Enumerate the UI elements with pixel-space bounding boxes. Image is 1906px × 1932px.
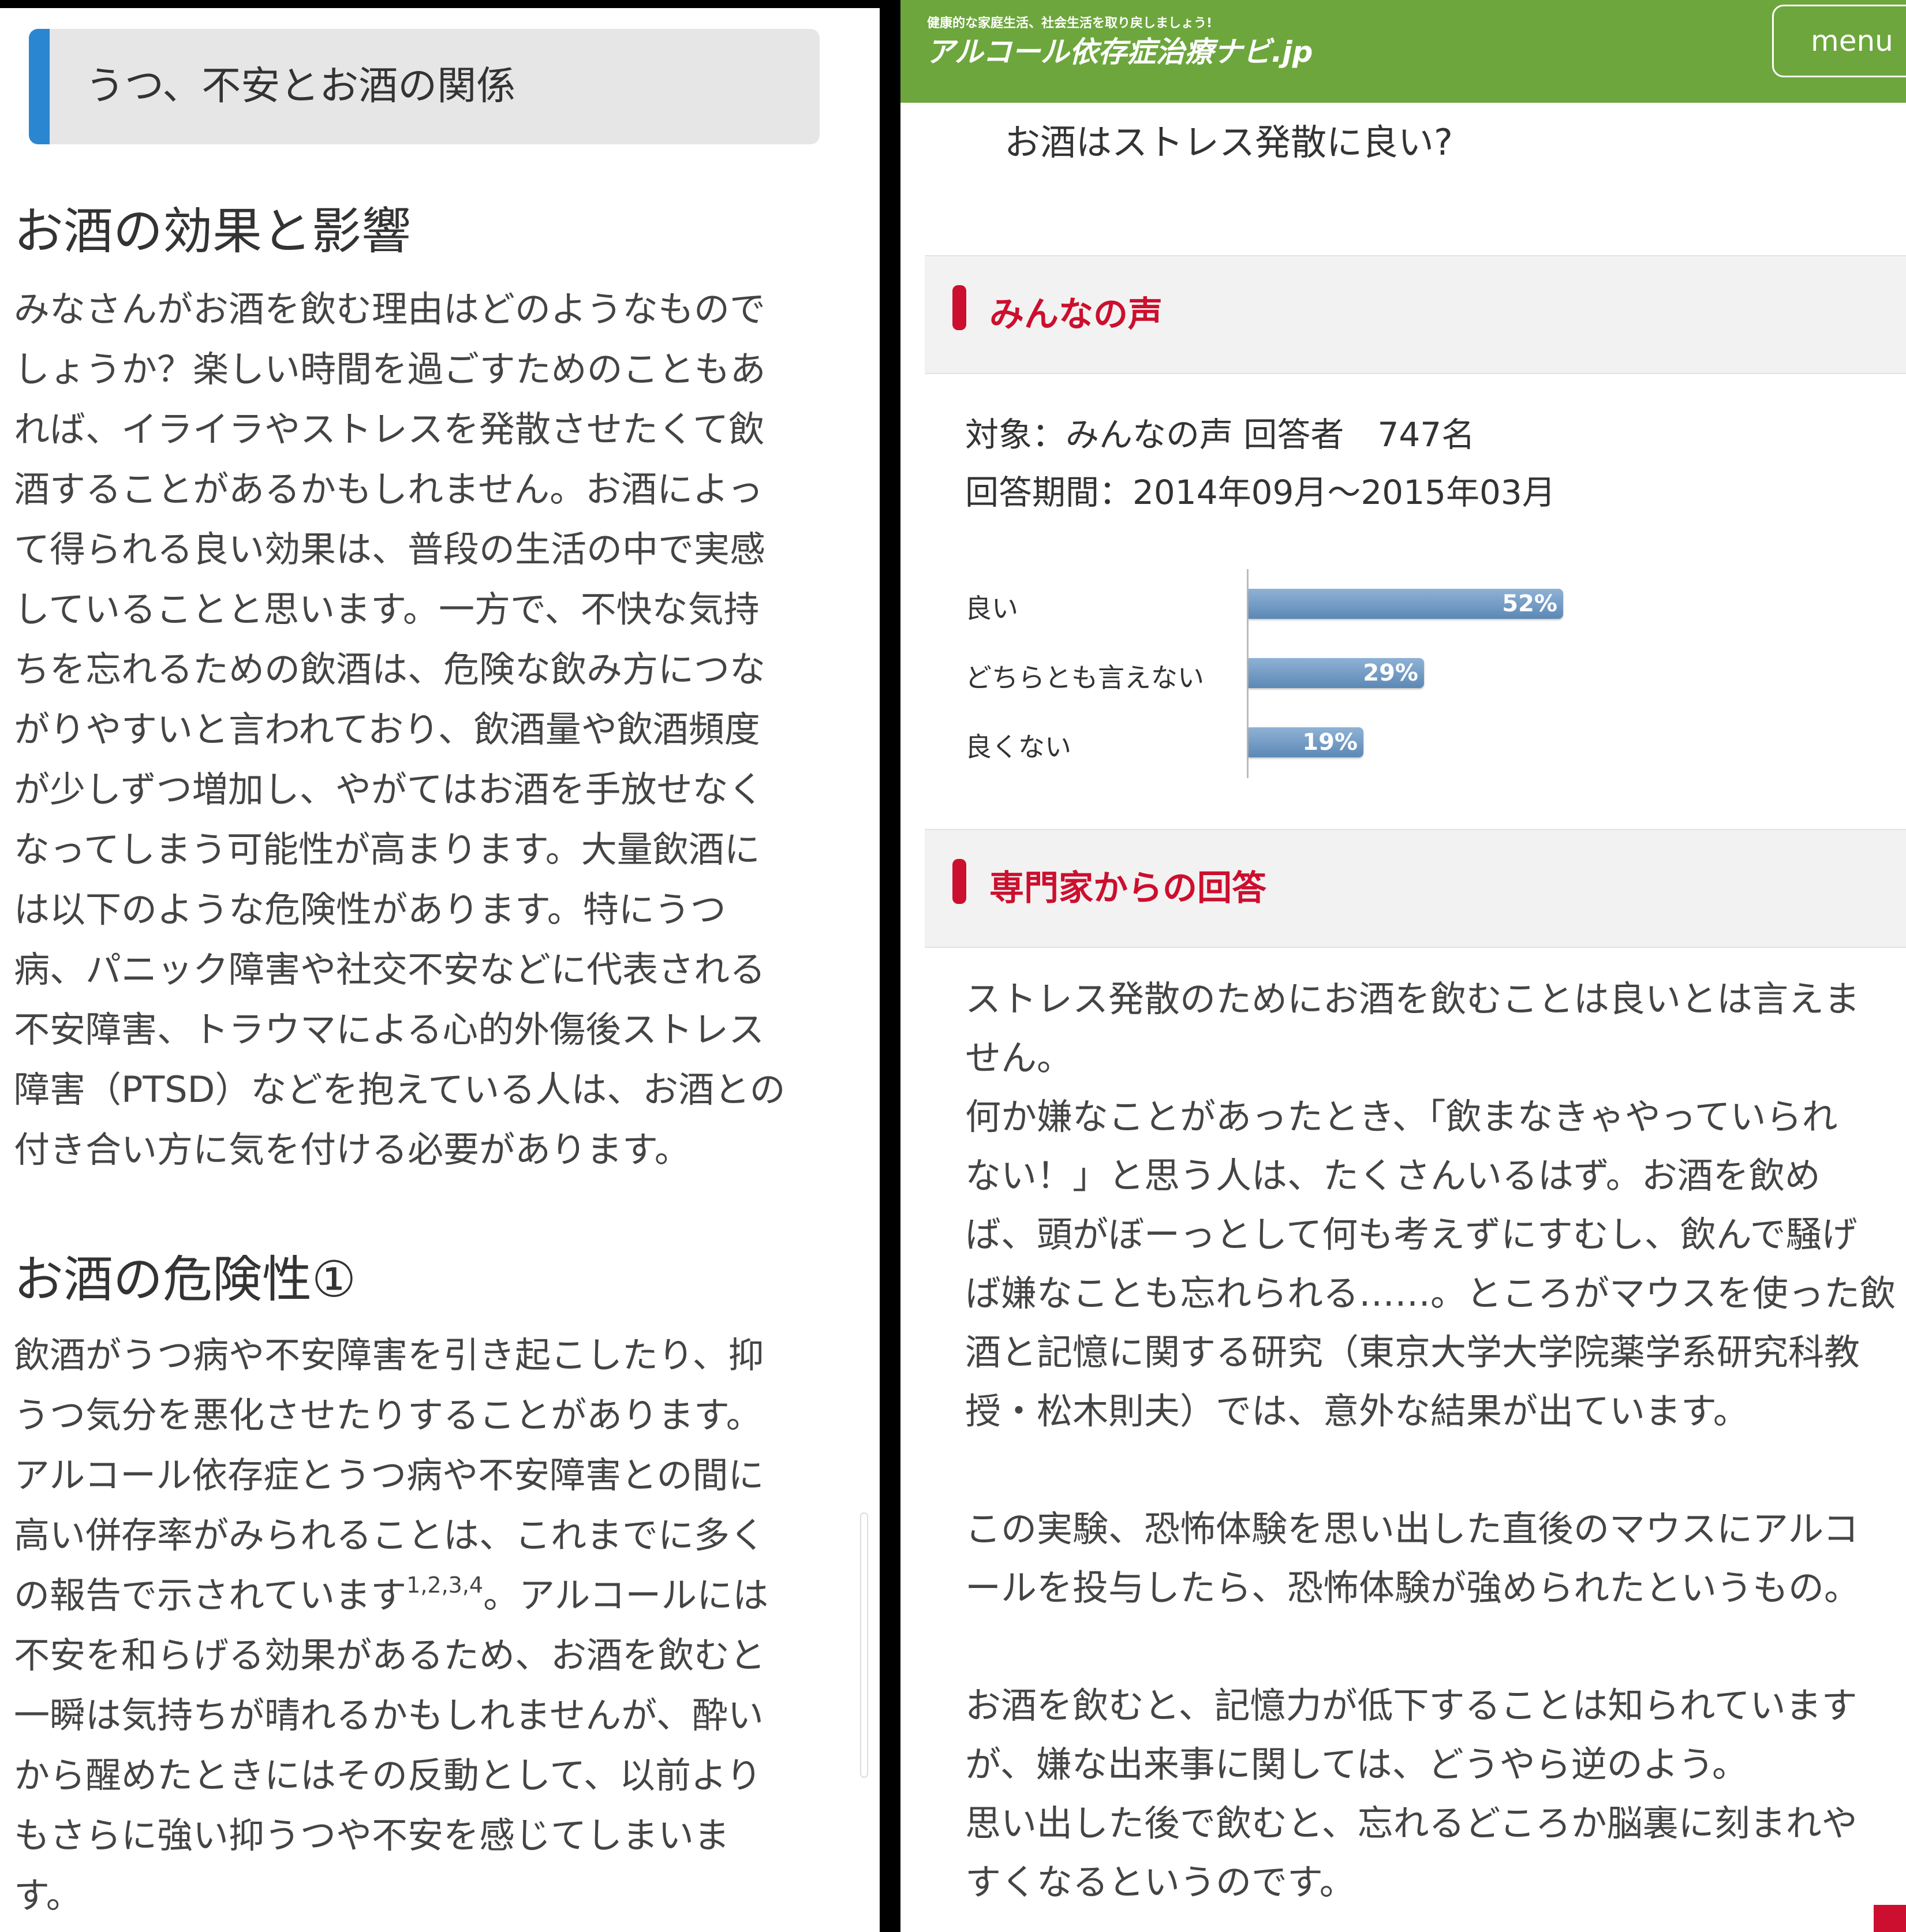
paragraph-line [965, 1441, 1900, 1500]
paragraph-line: 不安を和らげる効果があるため、お酒を飲むと [14, 1634, 766, 1676]
paragraph-line: ールを投与したら、恐怖体験が強められたというもの。 [965, 1567, 1860, 1609]
paragraph-line: ちを忘れるための飲酒は、危険な飲み方につな [14, 648, 766, 690]
paragraph-alcohol-danger: 飲酒がうつ病や不安障害を引き起こしたり、抑 うつ気分を悪化させたりすることがあり… [14, 1325, 834, 1926]
status-bar-edge [0, 0, 880, 8]
chart-bar-value: 52% [1502, 591, 1557, 617]
paragraph-line: 不安障害、トラウマによる心的外傷後ストレス [14, 1008, 765, 1051]
paragraph-line: が少しずつ増加し、やがてはお酒を手放せなく [14, 768, 764, 810]
right-article-panel: 健康的な家庭生活、社会生活を取り戻しましょう! アルコール依存症治療ナビ.jp … [900, 0, 1906, 1932]
paragraph-line: から醒めたときにはその反動として、以前より [14, 1754, 762, 1796]
paragraph-line: みなさんがお酒を飲む理由はどのようなもので [14, 288, 766, 330]
question-title: お酒はストレス発散に良い? [1004, 121, 1453, 163]
voices-title: みんなの声 [989, 294, 1163, 335]
chart-category-label: 良い [965, 593, 1018, 624]
section-marker-icon [952, 859, 966, 904]
expert-section-header: 専門家からの回答 [925, 829, 1906, 948]
expert-answer-text: ストレス発散のためにお酒を飲むことは良いとは言えま せん。何か嫌なことがあったとき… [965, 970, 1900, 1912]
paragraph-line: 授・松木則夫）では、意外な結果が出ています。 [965, 1390, 1749, 1432]
paragraph-alcohol-effects: みなさんがお酒を飲む理由はどのようなもので しょうか？楽しい時間を過ごすためのこと… [14, 279, 834, 1180]
paragraph-line: なってしまう可能性が高まります。大量飲酒に [14, 828, 760, 870]
paragraph-line: 飲酒がうつ病や不安障害を引き起こしたり、抑 [14, 1334, 764, 1376]
paragraph-line: せん。 [965, 1037, 1073, 1079]
chart-bar: 29% [1249, 658, 1424, 688]
section-title-box: うつ、不安とお酒の関係 [29, 29, 820, 144]
left-article-panel: うつ、不安とお酒の関係 お酒の効果と影響 みなさんがお酒を飲む理由はどのようなも… [0, 0, 880, 1932]
section-marker-icon [952, 285, 966, 330]
paragraph-line: がりやすいと言われており、飲酒量や飲酒頻度 [14, 708, 760, 750]
line-text: の報告で示されています [14, 1574, 407, 1616]
paragraph-line: うつ気分を悪化させたりすることがあります。 [14, 1394, 762, 1436]
site-header: 健康的な家庭生活、社会生活を取り戻しましょう! アルコール依存症治療ナビ.jp … [900, 0, 1906, 103]
chart-bar-value: 29% [1363, 660, 1418, 686]
chart-bar: 19% [1249, 727, 1363, 757]
page-top-button[interactable] [1874, 1905, 1906, 1932]
expert-title: 専門家からの回答 [989, 868, 1266, 909]
paragraph-line: て得られる良い効果は、普段の生活の中で実感 [14, 528, 766, 570]
paragraph-line: もさらに強い抑うつや不安を感じてしまいま [14, 1814, 730, 1856]
paragraph-line: ない！」と思う人は、たくさんいるはず。お酒を飲め [965, 1154, 1821, 1197]
section-title-accent [29, 29, 50, 144]
paragraph-line: お酒を飲むと、記憶力が低下することは知られています [965, 1684, 1858, 1727]
section-title: うつ、不安とお酒の関係 [85, 63, 516, 109]
paragraph-line: は以下のような危険性があります。特にうつ [14, 888, 726, 931]
chart-bar-value: 19% [1302, 729, 1358, 756]
paragraph-line: 思い出した後で飲むと、忘れるどころか脳裏に刻まれや [965, 1802, 1858, 1844]
paragraph-line: す。 [14, 1874, 82, 1916]
paragraph-line: ストレス発散のためにお酒を飲むことは良いとは言えま [965, 978, 1860, 1020]
paragraph-line: すくなるというのです。 [965, 1861, 1355, 1903]
paragraph-line [965, 1617, 1900, 1676]
chart-bar: 52% [1249, 589, 1563, 619]
scrollbar[interactable] [860, 1512, 868, 1778]
chart-category-label: 良くない [965, 731, 1071, 763]
menu-button[interactable]: menu [1772, 5, 1906, 77]
heading-alcohol-danger: お酒の危険性① [14, 1251, 357, 1309]
paragraph-line: 高い併存率がみられることは、これまでに多く [14, 1514, 766, 1556]
paragraph-line: ば嫌なことも忘れられる……。ところがマウスを使った飲 [965, 1272, 1896, 1314]
paragraph-line: 付き合い方に気を付ける必要があります。 [14, 1128, 690, 1171]
paragraph-line: 病、パニック障害や社交不安などに代表される [14, 948, 766, 991]
paragraph-line: していることと思います。一方で、不快な気持 [14, 588, 760, 630]
paragraph-line: 障害（PTSD）などを抱えている人は、お酒との [14, 1068, 786, 1111]
voices-section-header: みんなの声 [925, 255, 1906, 374]
paragraph-line: ば、頭がぼーっとして何も考えずにすむし、飲んで騒げ [965, 1213, 1858, 1255]
paragraph-line: 何か嫌なことがあったとき、「飲まなきゃやっていられ [965, 1096, 1838, 1138]
paragraph-line: が、嫌な出来事に関しては、どうやら逆のよう。 [965, 1743, 1748, 1785]
chart-category-label: どちらとも言えない [965, 662, 1204, 693]
paragraph-line: アルコール依存症とうつ病や不安障害との間に [14, 1454, 764, 1496]
line-text: 。アルコールには [483, 1574, 769, 1616]
paragraph-line: この実験、恐怖体験を思い出した直後のマウスにアルコ [965, 1508, 1859, 1550]
paragraph-line: しょうか？楽しい時間を過ごすためのこともあ [14, 348, 766, 390]
paragraph-line: 一瞬は気持ちが晴れるかもしれませんが、酔い [14, 1694, 764, 1736]
paragraph-line: れば、イライラやストレスを発散させたくて飲 [14, 408, 765, 450]
citation-superscript[interactable]: 1,2,3,4 [406, 1572, 483, 1598]
heading-alcohol-effects: お酒の効果と影響 [14, 203, 411, 260]
survey-period: 回答期間：2014年09月〜2015年03月 [965, 473, 1556, 512]
paragraph-line-with-citation: の報告で示されています1,2,3,4。アルコールには [14, 1565, 834, 1625]
survey-target: 対象：みんなの声 回答者 747名 [965, 415, 1475, 454]
paragraph-line: 酒と記憶に関する研究（東京大学大学院薬学系研究科教 [965, 1331, 1860, 1373]
paragraph-line: 酒することがあるかもしれません。お酒によっ [14, 468, 764, 510]
site-logo[interactable]: アルコール依存症治療ナビ.jp [926, 29, 1313, 70]
